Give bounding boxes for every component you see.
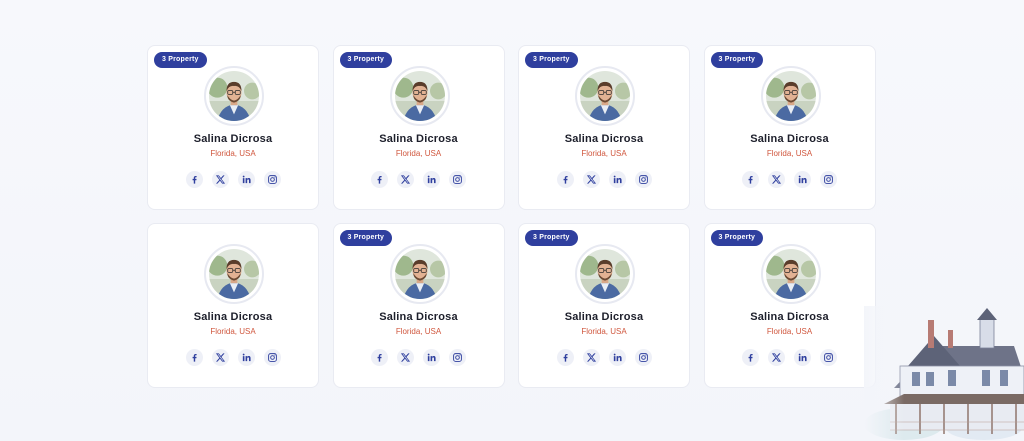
- property-count-badge: 3 Property: [710, 52, 764, 68]
- linkedin-icon[interactable]: [794, 349, 811, 366]
- linkedin-icon[interactable]: [794, 171, 811, 188]
- instagram-icon[interactable]: [820, 171, 837, 188]
- agent-location: Florida, USA: [581, 327, 627, 336]
- x-twitter-icon[interactable]: [582, 171, 600, 188]
- agent-name[interactable]: Salina Dicrosa: [148, 311, 318, 323]
- social-links: [148, 171, 318, 188]
- linkedin-icon[interactable]: [237, 349, 255, 366]
- linkedin-icon[interactable]: [608, 349, 626, 366]
- instagram-icon[interactable]: [820, 349, 837, 366]
- social-links: [519, 349, 689, 366]
- agent-photo: [765, 249, 816, 299]
- instagram-icon[interactable]: [263, 349, 281, 366]
- social-links: [519, 171, 689, 188]
- facebook-icon[interactable]: [371, 349, 388, 366]
- agent-card: 3 Property Salina Dicrosa Florida, USA: [147, 45, 319, 210]
- linkedin-icon[interactable]: [423, 349, 440, 366]
- instagram-icon[interactable]: [263, 171, 281, 188]
- agent-card: 3 Property Salina Dicrosa Florida, USA: [518, 45, 690, 210]
- property-count-badge: 3 Property: [525, 230, 578, 246]
- agent-location: Florida, USA: [395, 327, 442, 336]
- agent-avatar[interactable]: [204, 66, 264, 126]
- agent-name[interactable]: Salina Dicrosa: [705, 133, 875, 145]
- instagram-icon[interactable]: [449, 171, 466, 188]
- linkedin-icon[interactable]: [423, 171, 440, 188]
- agent-name[interactable]: Salina Dicrosa: [148, 133, 318, 145]
- social-links: [334, 171, 504, 188]
- x-twitter-icon[interactable]: [211, 171, 229, 188]
- agent-location: Florida, USA: [766, 149, 813, 158]
- agent-photo: [394, 249, 445, 299]
- agent-photo: [209, 71, 259, 121]
- x-twitter-icon[interactable]: [582, 349, 600, 366]
- agents-grid: 3 Property Salina Dicrosa Florida, USA 3…: [147, 45, 876, 388]
- agent-avatar[interactable]: [389, 244, 450, 304]
- agent-avatar[interactable]: [204, 244, 264, 304]
- agent-card: 3 Property Salina Dicrosa Florida, USA: [703, 45, 876, 210]
- social-links: [148, 349, 318, 366]
- facebook-icon[interactable]: [742, 349, 759, 366]
- agent-location: Florida, USA: [210, 327, 256, 336]
- social-links: [705, 171, 875, 188]
- agent-avatar[interactable]: [389, 66, 450, 126]
- agent-name[interactable]: Salina Dicrosa: [334, 133, 504, 145]
- agent-avatar[interactable]: [760, 244, 821, 304]
- x-twitter-icon[interactable]: [211, 349, 229, 366]
- agent-name[interactable]: Salina Dicrosa: [519, 311, 689, 323]
- property-count-badge: 3 Property: [339, 52, 393, 68]
- social-links: [334, 349, 504, 366]
- house-illustration: [864, 306, 1024, 441]
- x-twitter-icon[interactable]: [768, 171, 785, 188]
- facebook-icon[interactable]: [185, 349, 203, 366]
- agent-avatar[interactable]: [575, 66, 635, 126]
- x-twitter-icon[interactable]: [768, 349, 785, 366]
- property-count-badge: 3 Property: [710, 230, 764, 246]
- agent-location: Florida, USA: [581, 149, 627, 158]
- agent-location: Florida, USA: [210, 149, 256, 158]
- agent-card: 3 Property Salina Dicrosa Florida, USA: [332, 223, 505, 388]
- facebook-icon[interactable]: [556, 349, 574, 366]
- facebook-icon[interactable]: [742, 171, 759, 188]
- linkedin-icon[interactable]: [237, 171, 255, 188]
- agent-avatar[interactable]: [575, 244, 635, 304]
- property-count-badge: 3 Property: [525, 52, 578, 68]
- agent-photo: [209, 249, 259, 299]
- instagram-icon[interactable]: [634, 349, 652, 366]
- agent-location: Florida, USA: [766, 327, 813, 336]
- agent-name[interactable]: Salina Dicrosa: [705, 311, 875, 323]
- agent-card: 3 Property Salina Dicrosa Florida, USA: [518, 223, 690, 388]
- property-count-badge: 3 Property: [339, 230, 393, 246]
- facebook-icon[interactable]: [371, 171, 388, 188]
- x-twitter-icon[interactable]: [397, 171, 414, 188]
- agent-photo: [394, 71, 445, 121]
- agent-name[interactable]: Salina Dicrosa: [519, 133, 689, 145]
- instagram-icon[interactable]: [449, 349, 466, 366]
- linkedin-icon[interactable]: [608, 171, 626, 188]
- agent-photo: [580, 249, 630, 299]
- property-count-badge: 3 Property: [154, 52, 207, 68]
- social-links: [705, 349, 875, 366]
- agent-photo: [580, 71, 630, 121]
- agent-avatar[interactable]: [760, 66, 821, 126]
- agent-location: Florida, USA: [395, 149, 442, 158]
- agent-card: 3 Property Salina Dicrosa Florida, USA: [703, 223, 876, 388]
- instagram-icon[interactable]: [634, 171, 652, 188]
- facebook-icon[interactable]: [185, 171, 203, 188]
- agent-card: Salina Dicrosa Florida, USA: [147, 223, 319, 388]
- agent-card: 3 Property Salina Dicrosa Florida, USA: [332, 45, 505, 210]
- x-twitter-icon[interactable]: [397, 349, 414, 366]
- facebook-icon[interactable]: [556, 171, 574, 188]
- agent-photo: [765, 71, 816, 121]
- agent-name[interactable]: Salina Dicrosa: [334, 311, 504, 323]
